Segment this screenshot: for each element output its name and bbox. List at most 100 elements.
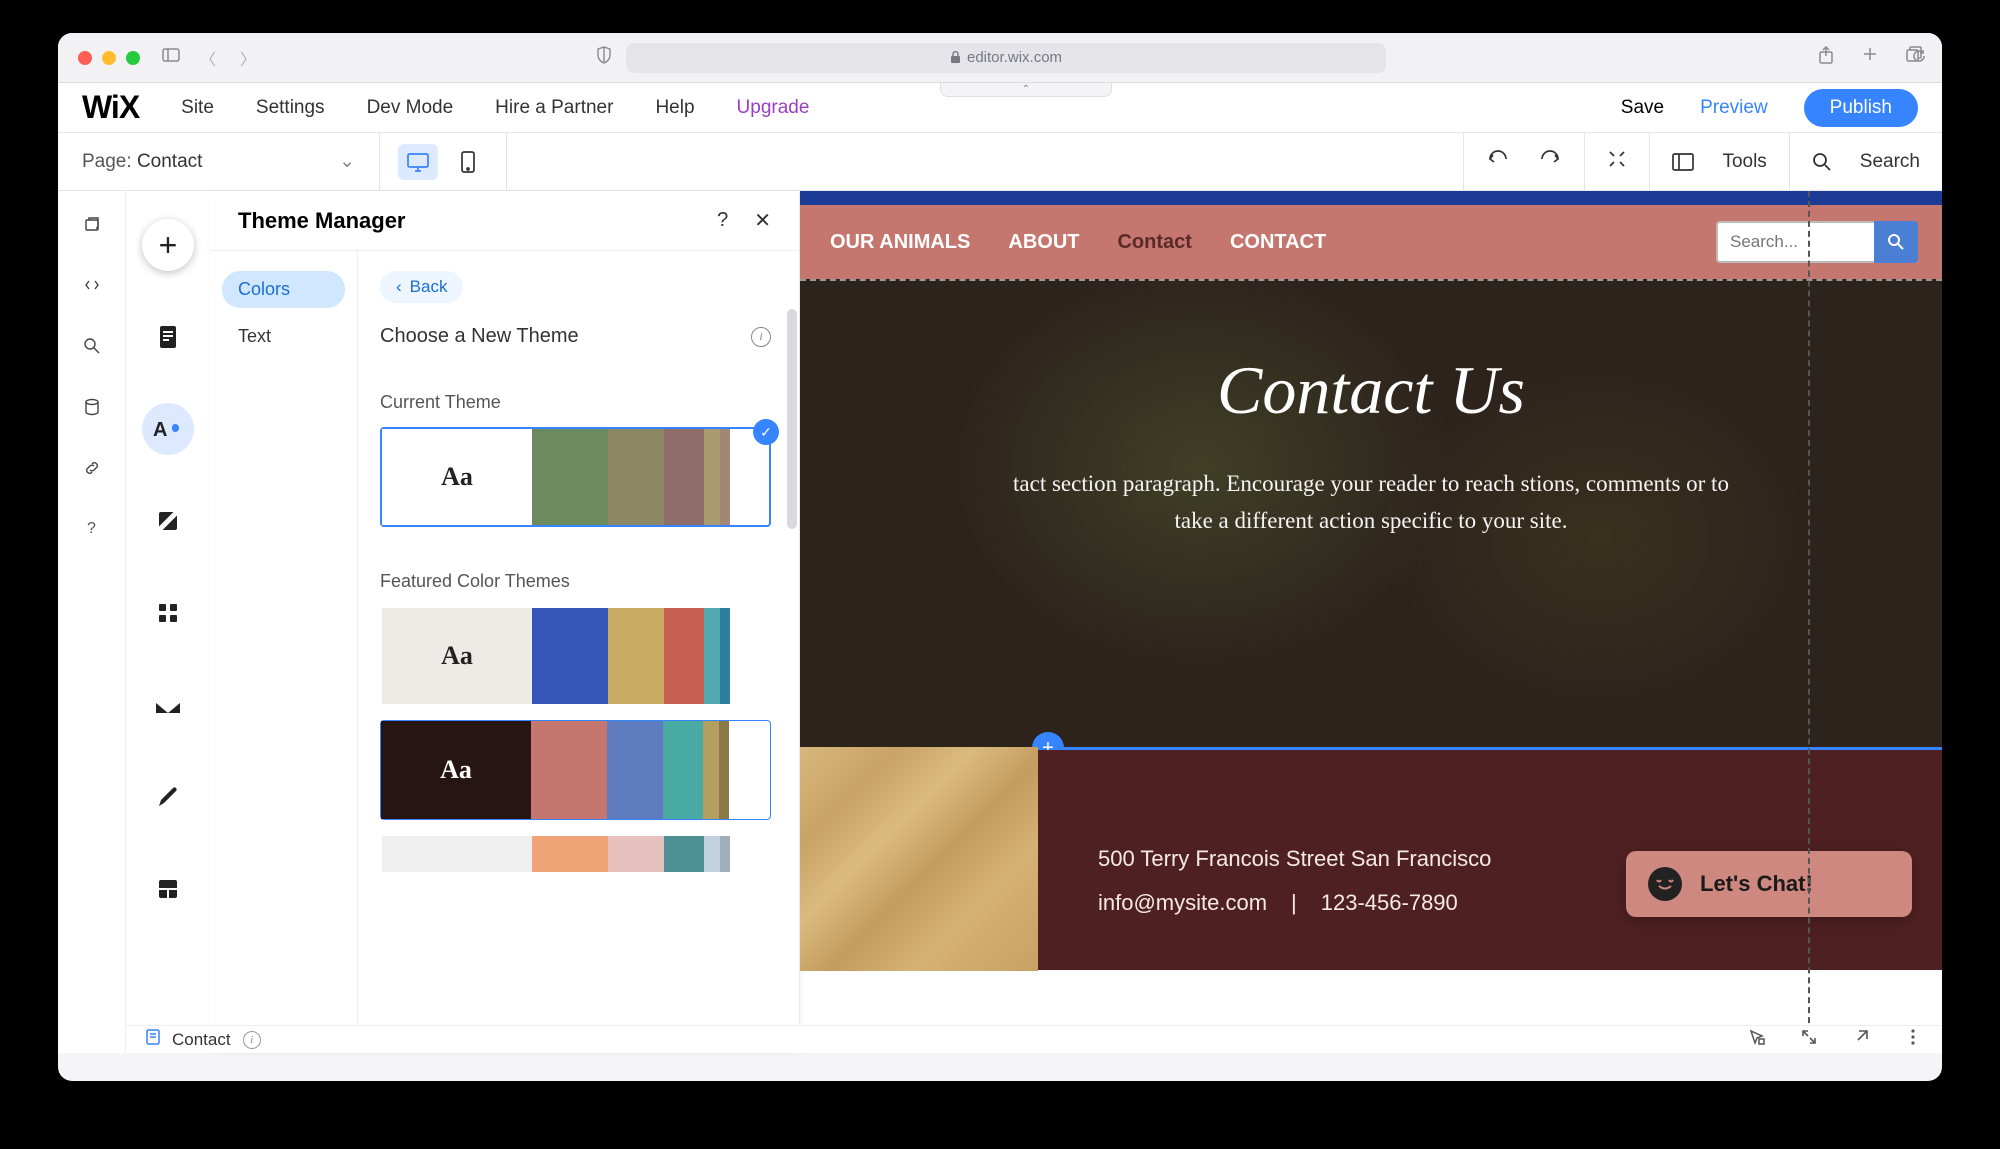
nav-contact-active[interactable]: Contact <box>1117 231 1191 254</box>
save-button[interactable]: Save <box>1621 97 1664 119</box>
undo-redo-group <box>1463 133 1584 190</box>
check-icon: ✓ <box>753 419 779 445</box>
menu-hire-partner[interactable]: Hire a Partner <box>495 97 613 119</box>
footer-image[interactable] <box>800 747 1038 971</box>
panel-title: Theme Manager <box>238 208 406 234</box>
refresh-icon[interactable] <box>1912 49 1926 67</box>
choose-heading-row: Choose a New Theme i <box>380 325 771 348</box>
info-icon[interactable]: i <box>751 327 771 347</box>
back-label: Back <box>410 277 448 297</box>
minimize-window-button[interactable] <box>102 51 116 65</box>
add-element-button[interactable]: + <box>142 219 194 271</box>
popout-icon[interactable] <box>1852 1028 1870 1051</box>
media-tool[interactable] <box>142 679 194 731</box>
share-icon[interactable] <box>1818 46 1834 69</box>
status-page-name[interactable]: Contact <box>172 1030 231 1050</box>
wix-menu-bar: ⌃ WiX Site Settings Dev Mode Hire a Part… <box>58 83 1942 133</box>
search-group[interactable]: Search <box>1789 133 1942 190</box>
browser-forward-button[interactable]: 〉 <box>240 46 256 70</box>
expand-icon[interactable] <box>1800 1028 1818 1051</box>
status stat-info-icon[interactable]: i <box>243 1031 261 1049</box>
status-bar: Contact i <box>126 1025 1942 1053</box>
site-search-button[interactable] <box>1874 221 1918 263</box>
new-tab-icon[interactable] <box>1862 46 1878 69</box>
sections-tool[interactable] <box>142 863 194 915</box>
panel-close-icon[interactable]: ✕ <box>754 208 771 233</box>
background-tool[interactable] <box>142 495 194 547</box>
menu-site[interactable]: Site <box>181 97 214 119</box>
swatch-stripes <box>532 608 769 704</box>
publish-button[interactable]: Publish <box>1804 89 1918 127</box>
theme-swatch[interactable] <box>380 834 771 874</box>
theme-tool[interactable]: A <box>142 403 194 455</box>
panel-pull-tab[interactable]: ⌃ <box>940 83 1112 97</box>
tab-text[interactable]: Text <box>222 318 345 355</box>
redo-button[interactable] <box>1538 149 1562 175</box>
more-icon[interactable] <box>1904 1028 1922 1051</box>
rail-data-icon[interactable] <box>83 398 101 421</box>
menu-upgrade[interactable]: Upgrade <box>737 97 810 119</box>
panel-scrollbar[interactable] <box>787 309 797 529</box>
maximize-window-button[interactable] <box>126 51 140 65</box>
nav-our-animals[interactable]: OUR ANIMALS <box>830 231 970 254</box>
choose-heading: Choose a New Theme <box>380 325 751 348</box>
hero-section[interactable]: Contact Us tact section paragraph. Encou… <box>800 279 1942 747</box>
menu-settings[interactable]: Settings <box>256 97 325 119</box>
nav-contact[interactable]: CONTACT <box>1230 231 1326 254</box>
sidebar-toggle-icon[interactable] <box>162 48 180 67</box>
footer-separator: | <box>1291 890 1297 916</box>
back-button[interactable]: ‹ Back <box>380 271 463 303</box>
menu-help[interactable]: Help <box>655 97 694 119</box>
cursor-mode-icon[interactable] <box>1748 1028 1766 1051</box>
left-rail: ? <box>58 191 126 1053</box>
wix-logo[interactable]: WiX <box>82 89 139 126</box>
nav-about[interactable]: ABOUT <box>1008 231 1079 254</box>
chat-widget[interactable]: Let's Chat! <box>1626 851 1912 917</box>
canvas-top-strip <box>800 191 1942 205</box>
featured-themes-list: Aa Aa <box>380 606 771 874</box>
url-host: editor.wix.com <box>967 49 1062 66</box>
menu-dev-mode[interactable]: Dev Mode <box>367 97 454 119</box>
page-selector[interactable]: Page: Contact ⌄ <box>58 133 380 190</box>
url-bar[interactable]: editor.wix.com <box>626 43 1386 73</box>
status-right <box>1748 1028 1922 1051</box>
swatch-sample-text <box>382 836 532 872</box>
featured-themes-label: Featured Color Themes <box>380 571 771 592</box>
privacy-shield-icon[interactable] <box>596 46 612 69</box>
site-search-input[interactable] <box>1716 221 1874 263</box>
apps-tool[interactable] <box>142 587 194 639</box>
theme-swatch[interactable]: Aa <box>380 720 771 820</box>
pages-tool[interactable] <box>142 311 194 363</box>
tools-group[interactable]: Tools <box>1649 133 1788 190</box>
zoom-group <box>1584 133 1649 190</box>
theme-manager-panel: Theme Manager ? ✕ Colors Text ‹ Back <box>210 191 800 1053</box>
tab-colors[interactable]: Colors <box>222 271 345 308</box>
rail-layers-icon[interactable] <box>83 215 101 238</box>
rail-help-icon[interactable]: ? <box>87 520 96 538</box>
current-theme-label: Current Theme <box>380 392 771 413</box>
theme-swatch[interactable]: Aa <box>380 606 771 706</box>
preview-button[interactable]: Preview <box>1700 97 1768 119</box>
mobile-view-button[interactable] <box>448 144 488 180</box>
chevron-down-icon: ⌄ <box>339 150 355 173</box>
browser-back-button[interactable]: 〈 <box>200 46 216 70</box>
tool-column: + A <box>126 191 210 1053</box>
rail-code-icon[interactable] <box>83 276 101 299</box>
site-search <box>1716 221 1918 263</box>
blog-tool[interactable] <box>142 771 194 823</box>
swatch-sample-text: Aa <box>382 429 532 525</box>
theme-swatch[interactable]: Aa✓ <box>380 427 771 527</box>
desktop-view-button[interactable] <box>398 144 438 180</box>
rail-search-icon[interactable] <box>83 337 101 360</box>
workspace: ? + A Theme Manager ? ✕ Colors Text <box>58 191 1942 1053</box>
site-canvas[interactable]: OUR ANIMALS ABOUT Contact CONTACT Contac… <box>800 191 1942 1053</box>
rail-link-icon[interactable] <box>83 459 101 482</box>
panel-help-icon[interactable]: ? <box>717 209 728 232</box>
main-menu: Site Settings Dev Mode Hire a Partner He… <box>181 97 809 119</box>
swatch-sample-text: Aa <box>382 608 532 704</box>
undo-button[interactable] <box>1486 149 1510 175</box>
zoom-out-icon[interactable] <box>1607 149 1627 175</box>
close-window-button[interactable] <box>78 51 92 65</box>
browser-titlebar: 〈 〉 editor.wix.com <box>58 33 1942 83</box>
hero-body: tact section paragraph. Encourage your r… <box>1001 466 1741 540</box>
